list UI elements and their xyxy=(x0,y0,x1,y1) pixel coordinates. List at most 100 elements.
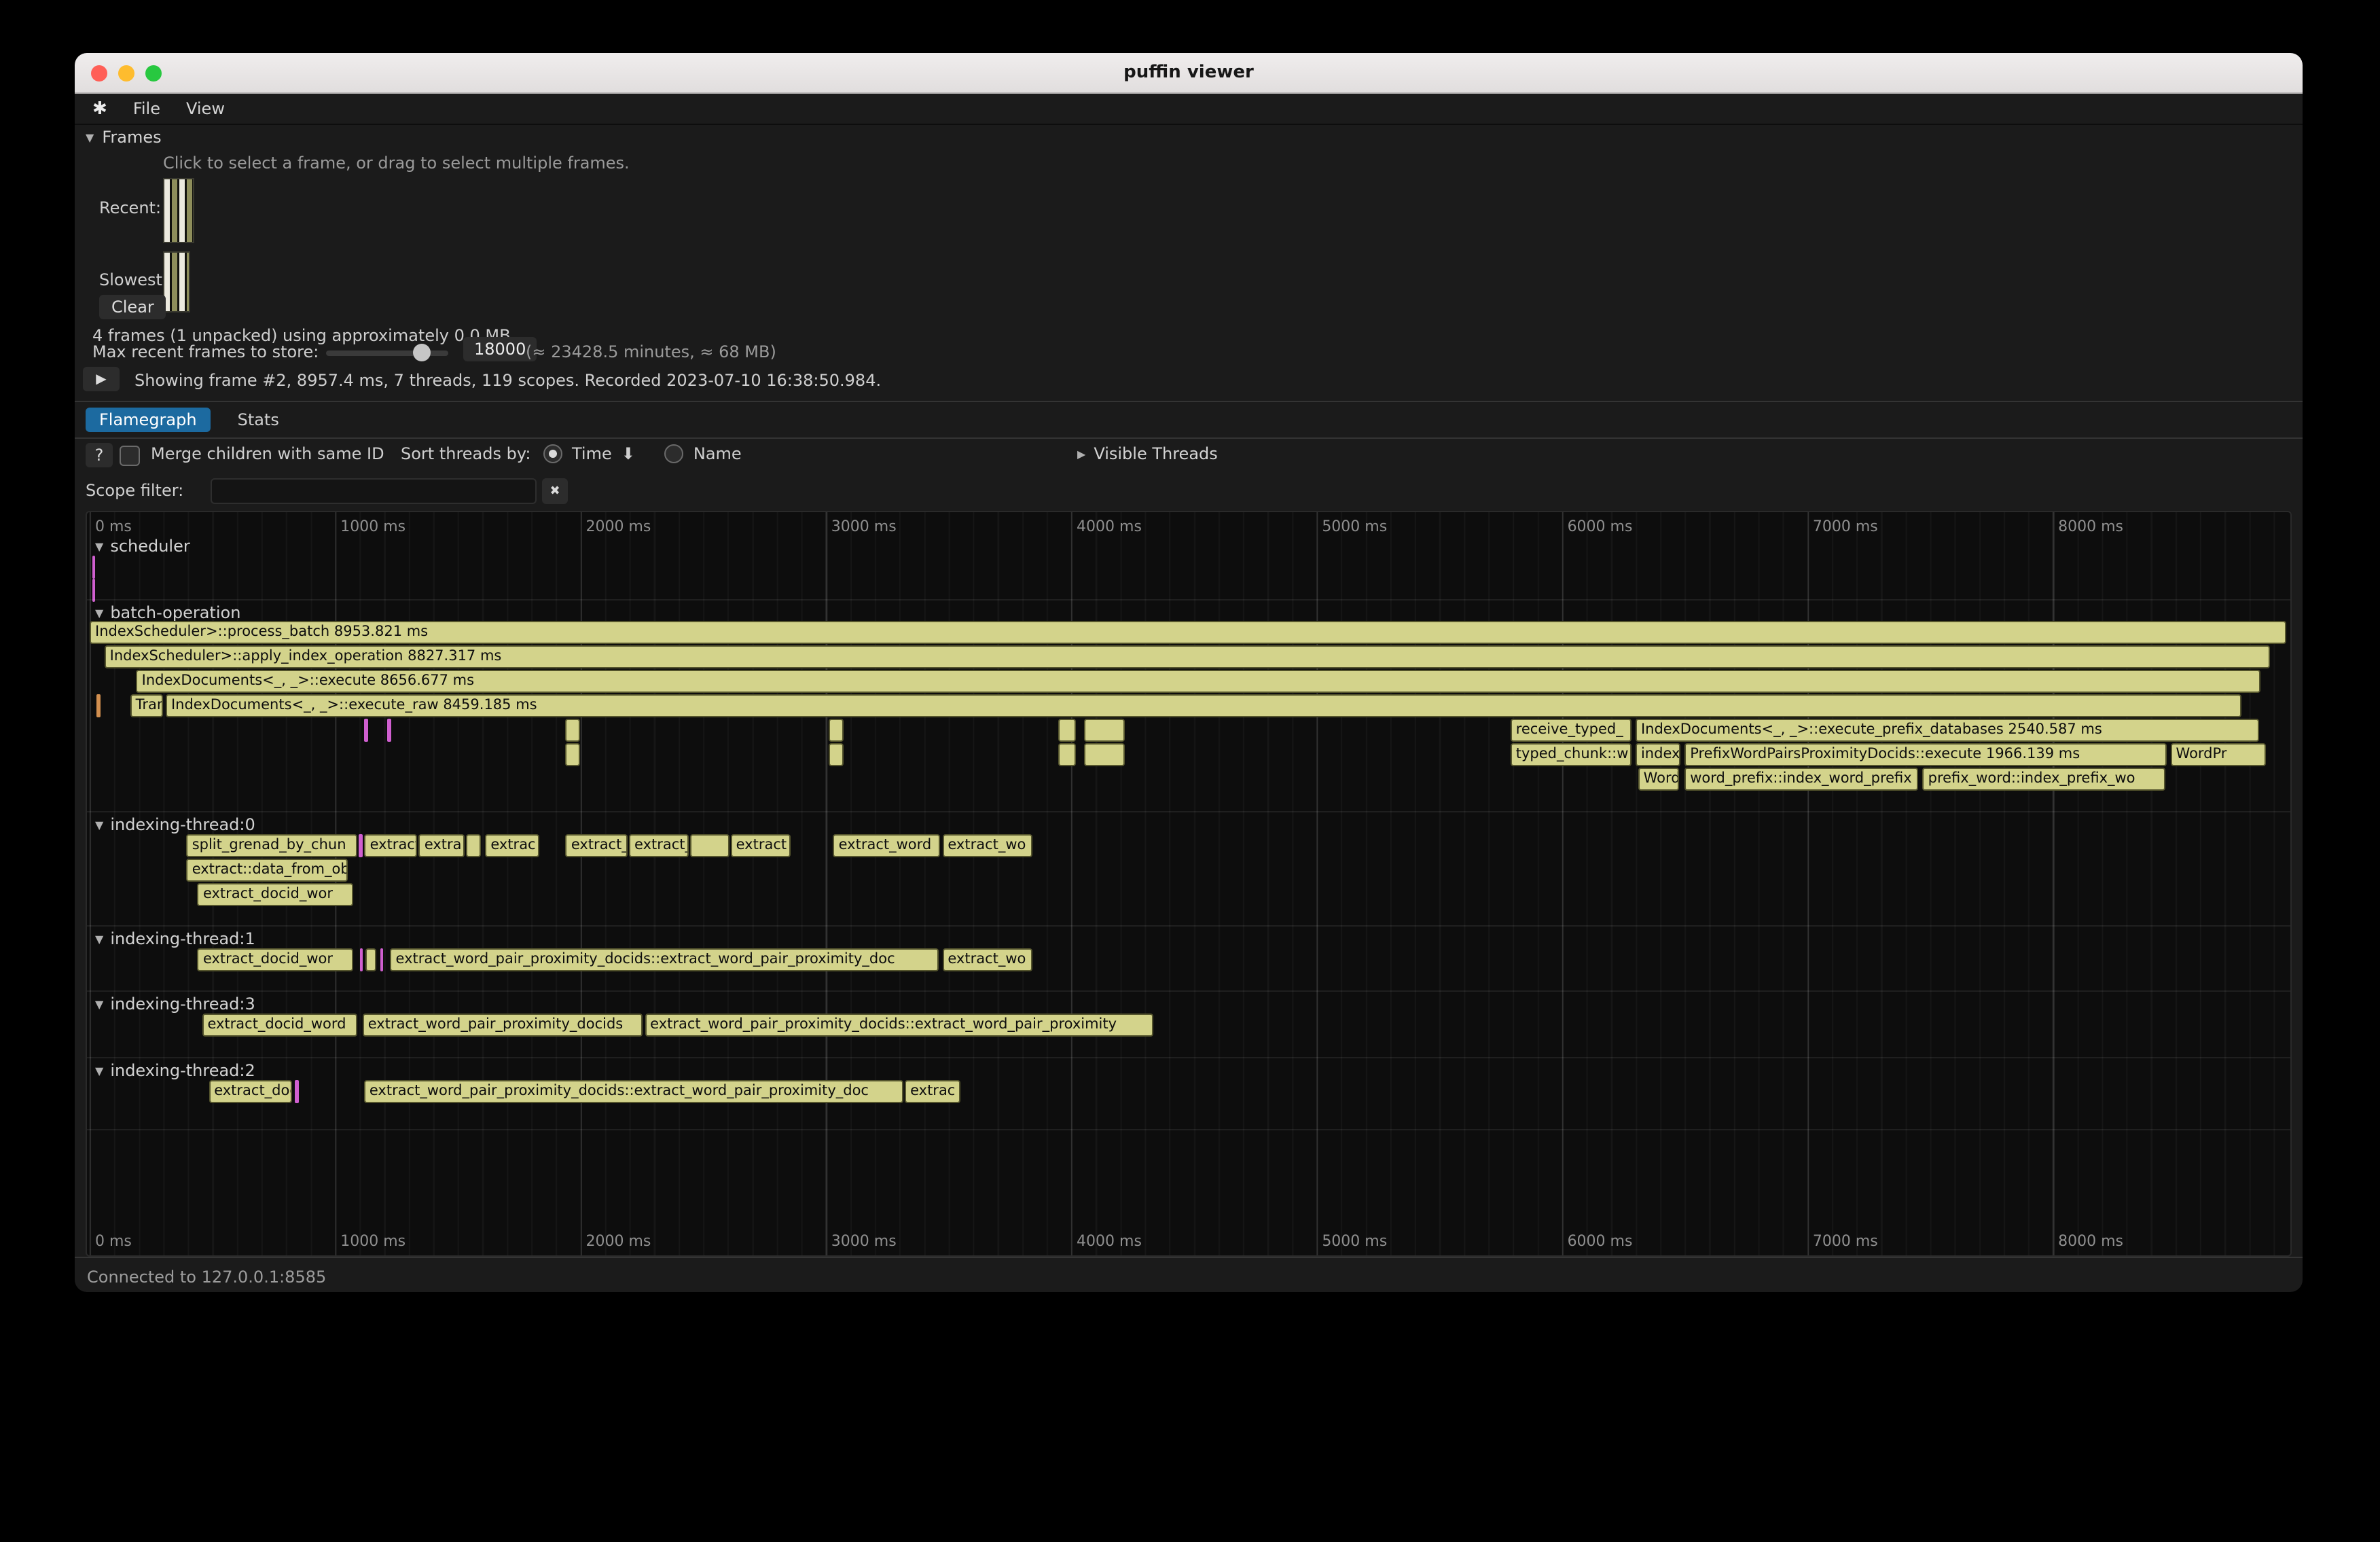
scope-bar[interactable]: extrac xyxy=(905,1080,960,1103)
scope-bar[interactable]: extract_word_pair_proximity_docids::extr… xyxy=(391,948,939,971)
sort-option-name[interactable]: Name xyxy=(665,444,742,463)
play-icon: ▶ xyxy=(96,372,106,387)
ruler-label: 3000 ms xyxy=(831,1232,897,1250)
scope-bar[interactable]: IndexDocuments<_, _>::execute_prefix_dat… xyxy=(1636,719,2259,742)
scope-bar[interactable]: Trans xyxy=(130,694,164,717)
scope-bar[interactable] xyxy=(359,834,363,857)
scope-bar[interactable]: extract xyxy=(365,834,418,857)
slider-knob[interactable] xyxy=(413,344,431,361)
scope-bar[interactable] xyxy=(359,948,363,971)
scope-bar[interactable] xyxy=(566,743,581,766)
thread-header-indexing-thread-1[interactable]: ▼indexing-thread:1 xyxy=(95,929,255,948)
scope-bar[interactable] xyxy=(380,948,383,971)
scope-bar[interactable] xyxy=(365,719,369,742)
close-window-button[interactable] xyxy=(91,65,107,81)
ruler-label: 4000 ms xyxy=(1077,518,1142,535)
scope-bar[interactable] xyxy=(96,694,101,717)
scope-bar[interactable] xyxy=(828,719,844,742)
scope-bar[interactable]: Word xyxy=(1638,768,1680,791)
scope-bar[interactable]: split_grenad_by_chun xyxy=(187,834,357,857)
scope-bar[interactable] xyxy=(1059,719,1076,742)
sort-option-label: Time xyxy=(572,444,612,463)
scope-bar[interactable]: IndexScheduler>::process_batch 8953.821 … xyxy=(90,621,2287,644)
ruler-label: 2000 ms xyxy=(586,518,651,535)
thread-header-batch-operation[interactable]: ▼batch-operation xyxy=(95,603,240,622)
flamegraph-canvas[interactable]: 0 ms1000 ms2000 ms3000 ms4000 ms5000 ms6… xyxy=(86,511,2292,1257)
scope-bar[interactable]: extract_word xyxy=(833,834,941,857)
scope-bar[interactable]: extract_docid_wor xyxy=(198,883,353,906)
scope-bar[interactable]: prefix_word::index_prefix_wo xyxy=(1923,768,2166,791)
scope-bar[interactable]: extract_wo xyxy=(942,948,1032,971)
scope-bar[interactable]: word_prefix::index_word_prefix xyxy=(1684,768,1917,791)
scope-bar[interactable] xyxy=(388,719,392,742)
max-frames-estimate: (≈ 23428.5 minutes, ≈ 68 MB) xyxy=(526,342,776,361)
scope-bar[interactable]: WordPr xyxy=(2171,743,2267,766)
visible-threads-toggle[interactable]: ▶ Visible Threads xyxy=(1077,444,1218,463)
ruler-label: 7000 ms xyxy=(1813,1232,1878,1250)
scope-bar[interactable] xyxy=(295,1080,299,1103)
sort-option-time[interactable]: Time⬇ xyxy=(543,444,635,463)
ruler-label: 1000 ms xyxy=(340,518,405,535)
scope-bar[interactable]: IndexScheduler>::apply_index_operation 8… xyxy=(105,645,2271,668)
section-divider xyxy=(87,1129,2290,1130)
scope-bar[interactable] xyxy=(1083,719,1125,742)
scope-bar[interactable]: extract_ xyxy=(566,834,628,857)
scope-bar[interactable]: extract_doc xyxy=(209,1080,292,1103)
ruler-label: 6000 ms xyxy=(1568,1232,1633,1250)
scope-bar[interactable]: extract_word_pair_proximity_docids::extr… xyxy=(364,1080,903,1103)
scope-bar[interactable]: extract_word_pair_proximity_docids xyxy=(363,1014,643,1037)
minimize-window-button[interactable] xyxy=(118,65,134,81)
tab-flamegraph[interactable]: Flamegraph xyxy=(86,408,211,432)
scope-bar[interactable]: PrefixWordPairsProximityDocids::execute … xyxy=(1684,743,2167,766)
scope-bar[interactable]: extract xyxy=(731,834,790,857)
frames-hint: Click to select a frame, or drag to sele… xyxy=(163,154,630,173)
thread-header-scheduler[interactable]: ▼scheduler xyxy=(95,537,190,556)
scope-bar[interactable]: extract_docid_wor xyxy=(198,948,353,971)
max-frames-slider[interactable] xyxy=(326,351,448,356)
collapse-down-arrow-icon: ▼ xyxy=(95,819,103,831)
scope-bar[interactable] xyxy=(92,579,95,602)
scope-bar[interactable]: extract::data_from_ob xyxy=(187,859,348,882)
help-button[interactable]: ? xyxy=(86,443,113,467)
play-button[interactable]: ▶ xyxy=(83,367,120,391)
scope-bar[interactable] xyxy=(1083,743,1125,766)
scope-filter-input[interactable] xyxy=(211,478,537,504)
clear-frames-button[interactable]: Clear xyxy=(99,295,166,319)
scope-bar[interactable] xyxy=(1059,743,1076,766)
scope-bar[interactable]: extract_word_pair_proximity_docids::extr… xyxy=(645,1014,1153,1037)
tab-bar: Flamegraph Stats xyxy=(75,402,2303,439)
scope-bar[interactable] xyxy=(566,719,581,742)
scope-bar[interactable]: extract_ xyxy=(629,834,688,857)
scope-bar[interactable] xyxy=(828,743,844,766)
scope-bar[interactable]: typed_chunk::w xyxy=(1511,743,1632,766)
thread-header-indexing-thread-0[interactable]: ▼indexing-thread:0 xyxy=(95,815,255,834)
thread-header-indexing-thread-2[interactable]: ▼indexing-thread:2 xyxy=(95,1061,255,1080)
scope-bar[interactable]: IndexDocuments<_, _>::execute_raw 8459.1… xyxy=(166,694,2241,717)
recent-frames-preview[interactable] xyxy=(163,178,194,243)
scope-bar[interactable] xyxy=(467,834,482,857)
scope-bar[interactable]: receive_typed_ xyxy=(1511,719,1632,742)
scope-bar[interactable]: IndexDocuments<_, _>::execute 8656.677 m… xyxy=(137,670,2260,693)
slowest-frames-preview[interactable] xyxy=(163,251,190,312)
ruler-label: 2000 ms xyxy=(586,1232,651,1250)
scope-bar[interactable] xyxy=(690,834,729,857)
app-menu-icon[interactable]: ✱ xyxy=(92,98,107,119)
scope-bar[interactable]: extra xyxy=(419,834,465,857)
merge-children-checkbox[interactable] xyxy=(120,446,140,466)
merge-children-label[interactable]: Merge children with same ID xyxy=(151,444,384,463)
scope-bar[interactable] xyxy=(92,556,95,579)
scope-bar[interactable]: extract_docid_word xyxy=(202,1014,357,1037)
scope-bar[interactable]: extrac xyxy=(485,834,539,857)
scope-bar[interactable]: index xyxy=(1636,743,1681,766)
menu-item-file[interactable]: File xyxy=(133,99,160,118)
zoom-window-button[interactable] xyxy=(145,65,162,81)
scope-bar[interactable]: extract_wo xyxy=(942,834,1032,857)
tab-stats[interactable]: Stats xyxy=(224,408,293,432)
scope-bar[interactable] xyxy=(365,948,376,971)
frames-section-header[interactable]: ▼ Frames xyxy=(86,128,162,147)
thread-header-indexing-thread-3[interactable]: ▼indexing-thread:3 xyxy=(95,994,255,1014)
menu-item-view[interactable]: View xyxy=(186,99,225,118)
thread-name: indexing-thread:2 xyxy=(110,1061,255,1080)
clear-filter-button[interactable]: ✖ xyxy=(542,478,568,504)
ruler-label: 1000 ms xyxy=(340,1232,405,1250)
